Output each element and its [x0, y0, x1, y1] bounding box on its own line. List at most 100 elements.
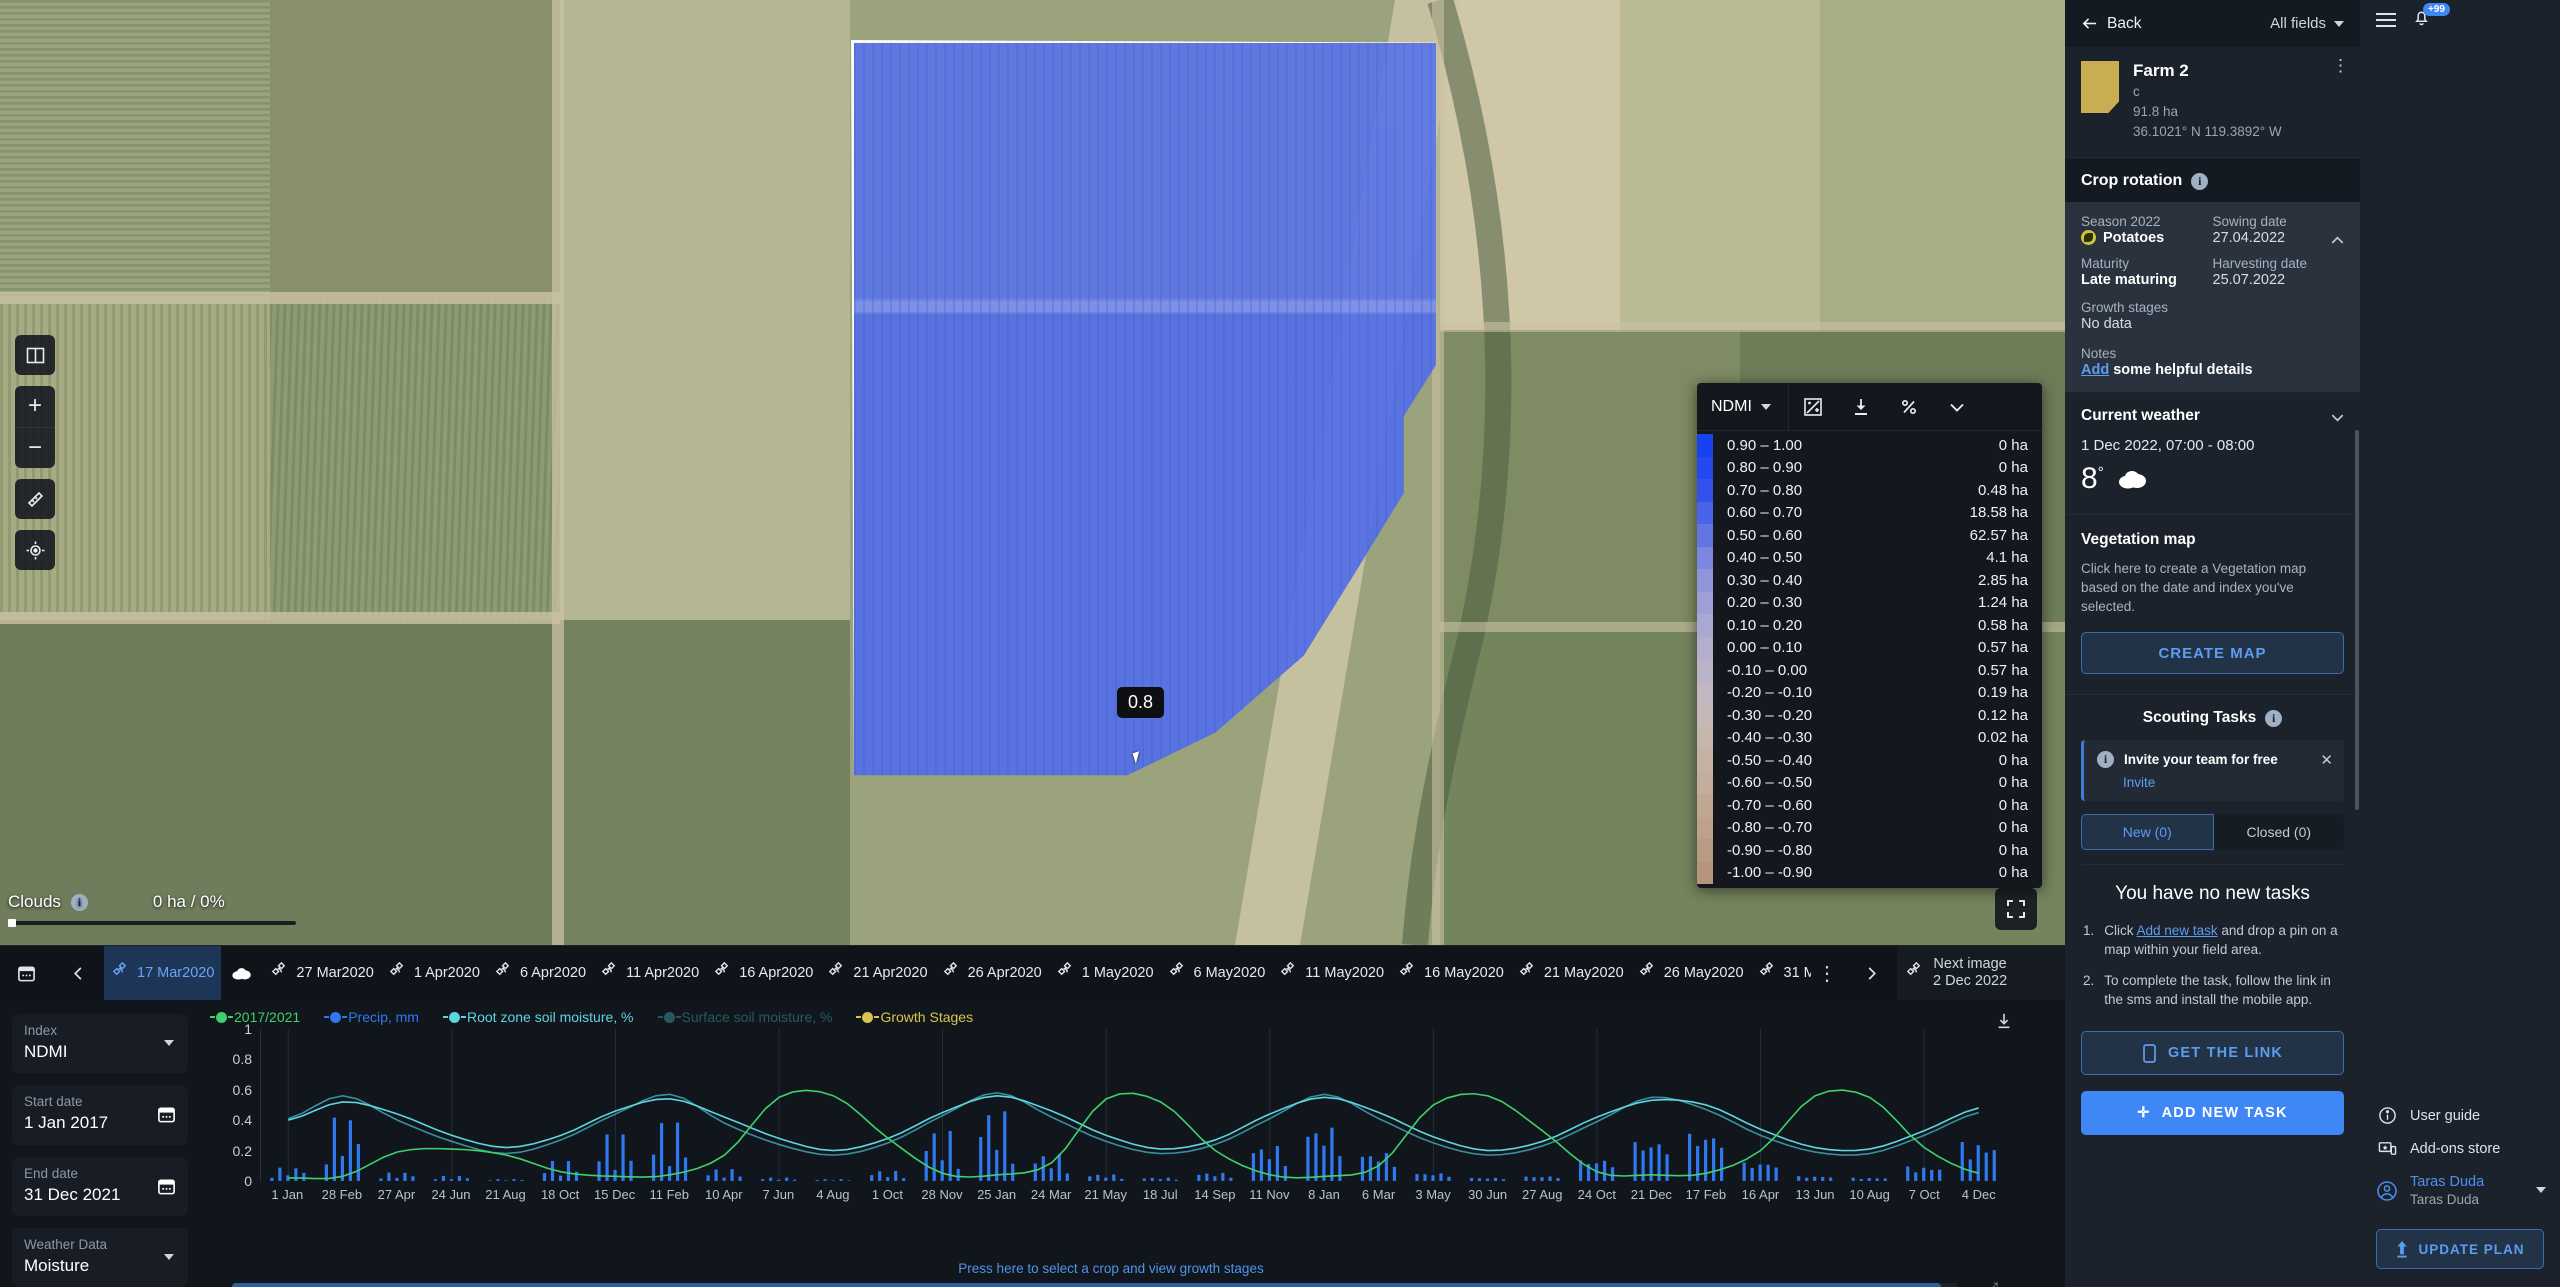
image-timeline[interactable]: 17 Mar2020 27 Mar2020 1 Apr2020 6 Apr2020 11… [0, 945, 2065, 1001]
legend-row[interactable]: 0.10 – 0.20 0.58 ha [1697, 614, 2042, 637]
chart-download-button[interactable] [1995, 1012, 2041, 1035]
create-map-button[interactable]: CREATE MAP [2081, 632, 2344, 674]
legend-row[interactable]: -0.60 – -0.50 0 ha [1697, 771, 2042, 794]
chart-scrollbar-thumb[interactable] [232, 1283, 1941, 1287]
zoom-in-button[interactable]: + [15, 386, 55, 428]
menu-icon[interactable] [2376, 9, 2396, 31]
index-select[interactable]: Index NDMI [12, 1014, 188, 1074]
chart-plot-area[interactable] [260, 1029, 2006, 1181]
timeline-next-button[interactable] [1845, 946, 1897, 1001]
invite-link[interactable]: Invite [2123, 775, 2331, 790]
fullscreen-button[interactable] [1995, 888, 2037, 930]
timeline-date-item[interactable]: 16 May2020 [1391, 946, 1511, 1001]
legend-row[interactable]: 0.90 – 1.00 0 ha [1697, 434, 2042, 457]
satellite-map[interactable]: + − Clouds i 0 ha / 0% 0.8 NDMI 0.90 – 1… [0, 0, 2065, 945]
tab-new-tasks[interactable]: New (0) [2081, 814, 2214, 850]
chart-legend-item[interactable]: Precip, mm [330, 1009, 419, 1025]
timeline-date-item[interactable]: 17 Mar2020 [104, 945, 222, 1001]
get-the-link-button[interactable]: GET THE LINK [2081, 1031, 2344, 1075]
legend-index-select[interactable]: NDMI [1697, 383, 1789, 430]
user-account[interactable]: Taras Duda Taras Duda [2360, 1165, 2560, 1217]
chart-legend-item[interactable]: Root zone soil moisture, % [448, 1009, 634, 1025]
timeline-date-item[interactable]: 21 May2020 [1511, 946, 1631, 1001]
calendar-icon[interactable] [157, 1105, 176, 1129]
download-icon[interactable] [1837, 383, 1885, 431]
percent-icon[interactable] [1885, 383, 1933, 431]
timeline-overflow-button[interactable]: ⋮ [1811, 961, 1845, 986]
timeline-date-item[interactable]: 31 May2020 [1751, 946, 1811, 1001]
weather-data-select[interactable]: Weather Data Moisture [12, 1227, 188, 1287]
legend-row[interactable]: -0.40 – -0.30 0.02 ha [1697, 726, 2042, 749]
split-view-button[interactable] [15, 335, 55, 375]
timeline-date-item[interactable]: 1 Apr2020 [381, 946, 487, 1001]
clouds-slider-handle[interactable] [8, 919, 16, 927]
close-icon[interactable]: ✕ [2320, 751, 2333, 769]
legend-row[interactable]: -0.50 – -0.40 0 ha [1697, 749, 2042, 772]
crop-growth-hint[interactable]: Press here to select a crop and view gro… [216, 1261, 2006, 1276]
field-summary-card[interactable]: Farm 2 c 91.8 ha 36.1021° N 119.3892° W … [2065, 47, 2360, 158]
legend-row[interactable]: -0.20 – -0.10 0.19 ha [1697, 681, 2042, 704]
zoom-out-button[interactable]: − [15, 428, 55, 469]
start-date-field[interactable]: Start date 1 Jan 2017 [12, 1085, 188, 1145]
legend-row[interactable]: 0.40 – 0.50 4.1 ha [1697, 546, 2042, 569]
chart-legend-item[interactable]: Growth Stages [862, 1009, 973, 1025]
timeline-date-item[interactable]: 6 Apr2020 [487, 946, 593, 1001]
measure-ruler-button[interactable] [15, 479, 55, 519]
timeline-date-item[interactable]: 11 May2020 [1272, 946, 1391, 1001]
legend-row[interactable]: 0.30 – 0.40 2.85 ha [1697, 569, 2042, 592]
calendar-picker-button[interactable] [0, 946, 52, 1001]
zoom-controls[interactable]: + − [15, 386, 55, 468]
legend-row[interactable]: -0.10 – 0.00 0.57 ha [1697, 659, 2042, 682]
timeline-date-item[interactable]: 26 Apr2020 [935, 946, 1049, 1001]
add-new-task-button[interactable]: ✛ ADD NEW TASK [2081, 1091, 2344, 1135]
timeline-prev-button[interactable] [52, 946, 104, 1001]
chart-legend-item[interactable]: 2017/2021 [216, 1009, 300, 1025]
chevron-down-icon[interactable] [2536, 1187, 2546, 1193]
tab-closed-tasks[interactable]: Closed (0) [2213, 814, 2344, 850]
info-icon[interactable]: i [2191, 172, 2209, 190]
chart-zoom-controls[interactable]: ⤢ [1987, 1279, 1998, 1287]
timeline-date-item[interactable]: 21 Apr2020 [820, 946, 934, 1001]
timeline-date-item[interactable]: 26 May2020 [1631, 946, 1751, 1001]
weather-collapse-icon[interactable] [2329, 409, 2346, 431]
clouds-slider[interactable] [8, 919, 296, 927]
next-image-button[interactable]: Next image 2 Dec 2022 [1897, 945, 2065, 1001]
notifications-button[interactable]: +99 [2412, 3, 2450, 32]
nav-item-addons-store[interactable]: Add-ons store [2360, 1132, 2560, 1165]
info-icon[interactable]: i [70, 893, 88, 911]
legend-row[interactable]: 0.60 – 0.70 18.58 ha [1697, 501, 2042, 524]
timeline-date-item[interactable]: 16 Apr2020 [706, 946, 820, 1001]
legend-row[interactable]: 0.70 – 0.80 0.48 ha [1697, 479, 2042, 502]
collapse-chevron-icon[interactable] [1933, 383, 1981, 431]
back-button[interactable]: Back [2081, 15, 2141, 33]
add-new-task-link[interactable]: Add new task [2137, 923, 2218, 938]
chart-horizontal-scrollbar[interactable] [232, 1283, 1958, 1287]
timeline-date-item[interactable]: 6 May2020 [1161, 946, 1273, 1001]
end-date-field[interactable]: End date 31 Dec 2021 [12, 1156, 188, 1216]
nav-item-user-guide[interactable]: User guide [2360, 1099, 2560, 1132]
legend-row[interactable]: -0.30 – -0.20 0.12 ha [1697, 704, 2042, 727]
clouds-filter[interactable]: Clouds i 0 ha / 0% [8, 892, 318, 927]
calendar-icon[interactable] [157, 1177, 176, 1201]
legend-row[interactable]: -0.70 – -0.60 0 ha [1697, 794, 2042, 817]
legend-row[interactable]: -1.00 – -0.90 0 ha [1697, 861, 2042, 884]
legend-row[interactable]: 0.00 – 0.10 0.57 ha [1697, 636, 2042, 659]
zoom-reset-icon[interactable]: ⤢ [1987, 1279, 1998, 1287]
legend-row[interactable]: -0.90 – -0.80 0 ha [1697, 839, 2042, 862]
notes-add-link[interactable]: Add [2081, 362, 2109, 378]
crop-rotation-collapse-icon[interactable] [2329, 232, 2346, 254]
timeline-item-list[interactable]: 17 Mar2020 27 Mar2020 1 Apr2020 6 Apr2020 11… [104, 945, 1811, 1001]
legend-row[interactable]: 0.80 – 0.90 0 ha [1697, 456, 2042, 479]
panel-scrollbar[interactable] [2355, 430, 2359, 810]
timeline-date-item[interactable]: 27 Mar2020 [263, 946, 380, 1001]
timeline-cloud-marker[interactable] [221, 966, 263, 981]
locate-me-button[interactable] [15, 530, 55, 570]
legend-row[interactable]: 0.50 – 0.60 62.57 ha [1697, 524, 2042, 547]
chart-legend-item[interactable]: Surface soil moisture, % [663, 1009, 832, 1025]
field-menu-icon[interactable]: ⋮ [2332, 57, 2349, 74]
info-icon[interactable]: i [2265, 709, 2283, 727]
timeline-date-item[interactable]: 11 Apr2020 [593, 946, 706, 1001]
update-plan-button[interactable]: UPDATE PLAN [2376, 1229, 2544, 1269]
legend-row[interactable]: -0.80 – -0.70 0 ha [1697, 816, 2042, 839]
legend-row[interactable]: 0.20 – 0.30 1.24 ha [1697, 591, 2042, 614]
